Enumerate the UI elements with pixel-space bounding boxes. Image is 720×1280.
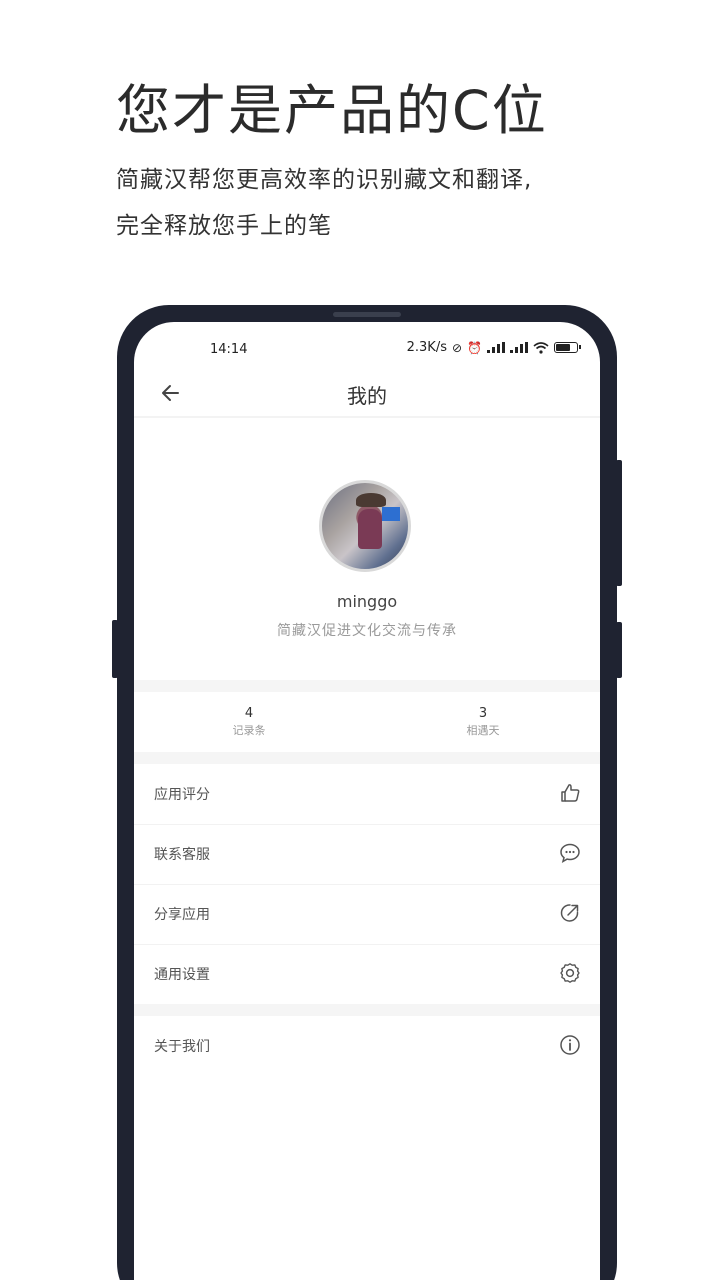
nav-bar: 我的 [134,374,600,416]
promo-subline-1: 简藏汉帮您更高效率的识别藏文和翻译, [116,167,533,193]
avatar-detail [358,509,382,549]
section-divider [134,752,600,764]
menu-item-label: 分享应用 [154,907,210,923]
status-bar: 14:14 2.3K/s ⊘ ⏰ [134,322,600,374]
section-divider [134,1004,600,1016]
avatar-detail [382,507,400,521]
menu-item-share-app[interactable]: 分享应用 [134,884,600,944]
wifi-icon [533,341,549,354]
menu-item-rate-app[interactable]: 应用评分 [134,764,600,824]
menu-item-label: 联系客服 [154,847,210,863]
thumbs-up-icon [561,784,580,802]
section-divider [134,680,600,692]
menu-item-about-us[interactable]: 关于我们 [134,1016,600,1076]
page-title: 我的 [347,384,387,408]
phone-screen: 14:14 2.3K/s ⊘ ⏰ 我的 minggo 简藏汉促进文化交流与传承 … [134,322,600,1280]
divider [134,416,600,418]
menu-item-contact-support[interactable]: 联系客服 [134,824,600,884]
stat-value: 3 [478,706,488,721]
signal-icon [510,342,528,353]
stat-value: 4 [244,706,254,721]
nfc-icon: ⊘ [451,340,463,355]
phone-speaker [333,312,401,317]
share-icon [560,904,579,922]
menu-item-label: 关于我们 [154,1039,210,1055]
promo-page: 您才是产品的C位 简藏汉帮您更高效率的识别藏文和翻译, 完全释放您手上的笔 14… [0,0,720,1280]
info-icon [560,1035,580,1055]
avatar-detail [356,493,386,507]
battery-icon [554,342,581,353]
status-time: 14:14 [210,342,248,357]
chat-bubble-icon [560,843,580,864]
username: minggo [336,592,398,611]
alarm-icon: ⏰ [467,340,482,355]
menu-item-label: 应用评分 [154,787,210,803]
status-icons: 2.3K/s ⊘ ⏰ [406,340,581,355]
stat-label: 相遇天 [466,724,500,737]
menu-item-general-settings[interactable]: 通用设置 [134,944,600,1004]
phone-side-button [616,460,622,586]
stat-label: 记录条 [232,724,266,737]
menu-item-label: 通用设置 [154,967,210,983]
phone-side-button [112,620,118,678]
avatar[interactable] [319,480,411,572]
stat-records[interactable]: 4 记录条 [189,706,309,738]
phone-side-button [616,622,622,678]
promo-subline-2: 完全释放您手上的笔 [116,213,332,239]
promo-headline: 您才是产品的C位 [116,79,548,142]
signal-icon [487,342,505,353]
network-speed: 2.3K/s [406,340,447,355]
stat-days[interactable]: 3 相遇天 [423,706,543,738]
profile-tagline: 简藏汉促进文化交流与传承 [277,623,457,639]
gear-icon [560,963,580,983]
